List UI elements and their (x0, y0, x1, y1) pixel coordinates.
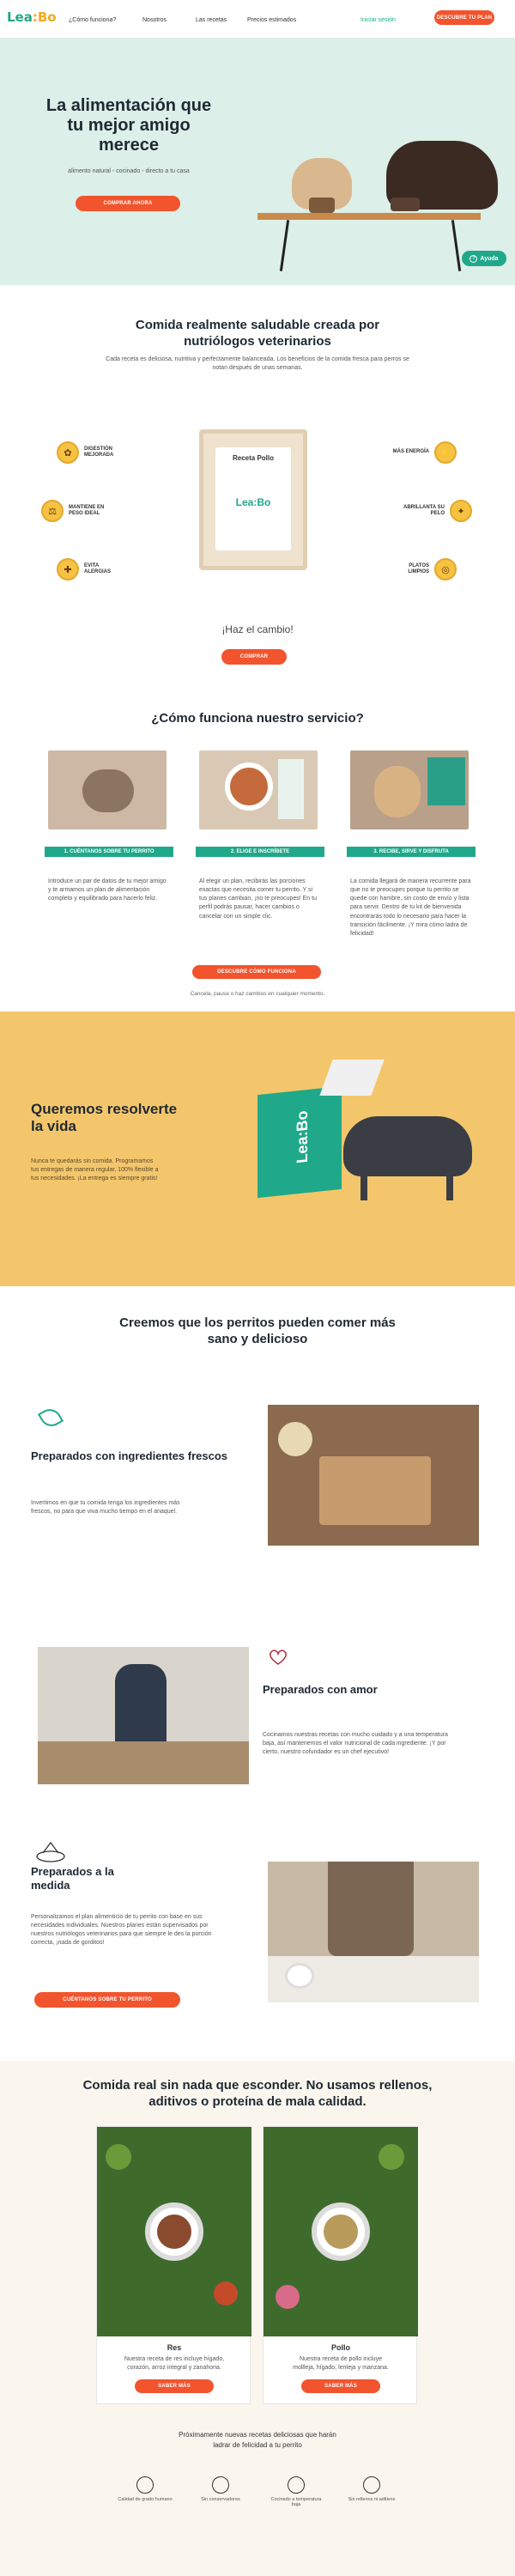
food-bowl-image (309, 197, 335, 213)
box-logo: Lea:Bo (294, 1109, 312, 1164)
chef-serving-image (268, 1862, 479, 2002)
make-the-change-text: ¡Haz el cambio! (221, 623, 294, 635)
coming-soon-text: Próximamente nuevas recetas deliciosas q… (179, 2431, 336, 2449)
wooden-table (258, 213, 481, 220)
nav-link-recipes[interactable]: Las recetas (196, 17, 227, 23)
measuring-scale-icon (31, 1839, 70, 1863)
low-temperature-icon (288, 2476, 305, 2494)
step-2-label: 2. ELIGE E INSCRÍBETE (196, 847, 324, 857)
discover-plan-button[interactable]: DESCUBRE TU PLAN (434, 10, 494, 25)
login-link[interactable]: Iniciar sesión (360, 17, 396, 23)
buy-button[interactable]: COMPRAR (221, 649, 287, 665)
made-with-love-text: Cocinamos nuestras recetas con mucho cui… (263, 1732, 448, 1756)
food-title: Comida real sin nada que esconder. No us… (82, 2078, 433, 2109)
help-button[interactable]: ? Ayuda (462, 251, 506, 266)
table-leg (451, 220, 462, 271)
solve-title: Queremos resolverte la vida (31, 1101, 178, 1135)
hero-section: La alimentación que tu mejor amigo merec… (0, 38, 515, 285)
hero-subtitle: alimento natural - cocinado - directo a … (68, 168, 190, 174)
nav-link-about[interactable]: Nosotros (142, 17, 167, 23)
plate-icon: ◎ (434, 558, 457, 580)
made-with-love-title: Preparados con amor (263, 1683, 378, 1696)
hero-title: La alimentación que tu mejor amigo merec… (45, 96, 212, 155)
leaf-icon (37, 1404, 64, 1431)
top-navigation: Lea:Bo ¿Cómo funciona? Nosotros Las rece… (0, 0, 515, 38)
chicken-recipe-text: Nuestra receta de pollo incluye mollleja… (293, 2356, 389, 2372)
fresh-ingredients-title: Preparados con ingredientes frescos (31, 1449, 228, 1462)
tell-us-about-dog-button[interactable]: CUÉNTANOS SOBRE TU PERRITO (34, 1992, 180, 2008)
beef-recipe-name: Res (167, 2343, 182, 2352)
buy-now-button[interactable]: COMPRAR AHORA (76, 196, 180, 211)
schnauzer-dog-image (343, 1116, 472, 1176)
step-1-image (48, 750, 167, 829)
dog-hair-icon: ✦ (450, 500, 472, 522)
package-logo: Lea:Bo (235, 496, 271, 508)
beef-learn-more-button[interactable]: SABER MÁS (135, 2379, 214, 2393)
benefit-weight: ⚖ MANTIENE EN PESO IDEAL (41, 500, 110, 522)
tailored-title: Preparados a la medida (31, 1865, 114, 1892)
chicken-recipe-image (264, 2127, 418, 2336)
food-package-image: Receta Pollo Lea:Bo (199, 429, 307, 570)
feature-no-preservatives: Sin conservadores (191, 2476, 251, 2502)
chicken-recipe-name: Pollo (331, 2343, 350, 2352)
believe-title: Creemos que los perritos pueden comer má… (119, 1315, 396, 1346)
fresh-ingredients-text: Invertimos en que tu comida tenga los in… (31, 1500, 180, 1516)
discover-how-button[interactable]: DESCUBRE CÓMO FUNCIONA (192, 965, 321, 979)
solve-your-life-section: Queremos resolverte la vida Nunca te que… (0, 1012, 515, 1286)
chef-cooking-image (38, 1647, 249, 1784)
help-icon: ? (470, 254, 478, 263)
brand-logo[interactable]: Lea:Bo (7, 9, 57, 25)
healthy-title: Comida realmente saludable creada por nu… (135, 318, 380, 349)
step-1-label: 1. CUÉNTANOS SOBRE TU PERRITO (45, 847, 173, 857)
cancel-note: Cancela, pausa o haz cambios en cualquie… (190, 991, 325, 997)
chicken-learn-more-button[interactable]: SABER MÁS (301, 2379, 380, 2393)
healthy-text: Cada receta es deliciosa, nutritiva y pe… (106, 356, 409, 372)
recipe-card-beef: Res Nuestra receta de res incluye hígado… (96, 2126, 251, 2404)
feature-human-grade: Calidad de grado humano (115, 2476, 175, 2502)
benefit-allergies: ✚ EVITA ALERGIAS (57, 558, 125, 580)
delivery-box-image: Lea:Bo (258, 1085, 342, 1199)
benefit-shiny-coat: ✦ ABRILLANTA SU PELO (403, 500, 472, 522)
food-bowl-image (391, 197, 420, 211)
digestion-icon: ✿ (57, 441, 79, 464)
benefit-digestion: ✿ DIGESTIÓN MEJORADA (57, 441, 125, 464)
benefit-clean-plates: ◎ PLATOS LIMPIOS (388, 558, 457, 580)
benefit-energy: ⚡ MÁS ENERGÍA (388, 441, 457, 464)
package-recipe-name: Receta Pollo (232, 454, 274, 462)
nav-link-pricing[interactable]: Precios estimados (247, 17, 296, 23)
lightning-icon: ⚡ (434, 441, 457, 464)
no-preservatives-icon (212, 2476, 229, 2494)
solve-text: Nunca te quedarás sin comida. Programamo… (31, 1158, 159, 1182)
scale-icon: ⚖ (41, 500, 64, 522)
no-fillers-icon (363, 2476, 380, 2494)
help-label: Ayuda (480, 255, 499, 262)
step-3-label: 3. RECIBE, SIRVE Y DISFRUTA (347, 847, 476, 857)
tailored-text: Personalizamos el plan alimenticio de tu… (31, 1914, 212, 1947)
package-label: Receta Pollo Lea:Bo (215, 447, 291, 550)
human-grade-icon (136, 2476, 154, 2494)
nav-link-how[interactable]: ¿Cómo funciona? (69, 17, 116, 23)
feature-no-fillers: Sin rellenos ni aditivos (342, 2476, 402, 2502)
allergy-icon: ✚ (57, 558, 79, 580)
step-3-text: La comida llegará de manera recurrente p… (350, 878, 471, 937)
food-section (0, 2061, 515, 2576)
how-title: ¿Cómo funciona nuestro servicio? (151, 711, 364, 726)
feature-low-temperature: Cocinado a temperatura baja (266, 2476, 326, 2507)
heart-icon (268, 1649, 288, 1666)
box-lid-image (319, 1060, 385, 1096)
table-leg (279, 220, 290, 271)
step-3-image (350, 750, 469, 829)
step-2-image (199, 750, 318, 829)
step-1-text: Introduce un par de datos de tu mejor am… (48, 878, 167, 902)
beef-recipe-image (97, 2127, 251, 2336)
chef-cutting-image (268, 1405, 479, 1546)
recipe-card-chicken: Pollo Nuestra receta de pollo incluye mo… (263, 2126, 418, 2404)
step-2-text: Al elegir un plan, recibirás las porcion… (199, 878, 317, 920)
beef-recipe-text: Nuestra receta de res incluye hígado, co… (124, 2356, 225, 2372)
